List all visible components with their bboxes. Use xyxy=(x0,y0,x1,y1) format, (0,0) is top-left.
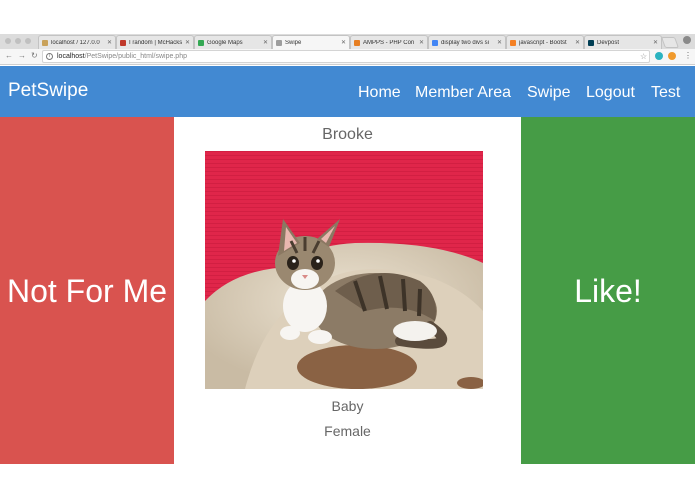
google-favicon-icon xyxy=(432,39,438,46)
extension-icon[interactable] xyxy=(655,52,663,60)
close-tab-icon[interactable]: ✕ xyxy=(107,39,112,46)
menu-kebab-icon[interactable]: ⋮ xyxy=(684,50,692,62)
extension-icon[interactable] xyxy=(668,52,676,60)
tab-title: AMPPS - PHP Con xyxy=(363,39,415,46)
close-tab-icon[interactable]: ✕ xyxy=(341,39,346,46)
close-tab-icon[interactable]: ✕ xyxy=(185,39,190,46)
maximize-window-button[interactable] xyxy=(25,38,31,44)
url-input[interactable]: i localhost/PetSwipe/public_html/swipe.p… xyxy=(42,50,650,63)
bookmark-star-icon[interactable]: ☆ xyxy=(640,51,647,63)
url-path: /PetSwipe/public_html/swipe.php xyxy=(84,53,187,60)
nav-link-home[interactable]: Home xyxy=(358,83,401,103)
site-brand[interactable]: PetSwipe xyxy=(8,80,88,102)
browser-tab-localhost[interactable]: localhost / 127.0.0 ✕ xyxy=(38,35,116,49)
google-maps-favicon-icon xyxy=(198,39,204,46)
browser-tab-devpost[interactable]: Devpost ✕ xyxy=(584,35,662,49)
browser-tab-ampps[interactable]: AMPPS - PHP Con ✕ xyxy=(350,35,428,49)
minimize-window-button[interactable] xyxy=(15,38,21,44)
tab-title: localhost / 127.0.0 xyxy=(51,39,100,46)
pet-photo xyxy=(205,151,483,389)
browser-tab-mchacks[interactable]: I random | McHacks ✕ xyxy=(116,35,194,49)
close-tab-icon[interactable]: ✕ xyxy=(575,39,580,46)
nav-link-logout[interactable]: Logout xyxy=(586,83,635,103)
browser-tab-swipe[interactable]: Swipe ✕ xyxy=(272,35,350,49)
nav-link-member-area[interactable]: Member Area xyxy=(415,83,511,103)
close-tab-icon[interactable]: ✕ xyxy=(653,39,658,46)
pet-age: Baby xyxy=(331,398,364,414)
close-window-button[interactable] xyxy=(5,38,11,44)
tab-title: Devpost xyxy=(597,39,620,46)
kitten-photo xyxy=(205,151,483,389)
tab-title: I random | McHacks xyxy=(129,39,183,46)
tab-title: Google Maps xyxy=(207,39,243,46)
pet-name: Brooke xyxy=(322,126,373,143)
pet-gender: Female xyxy=(324,423,371,439)
close-tab-icon[interactable]: ✕ xyxy=(419,39,424,46)
not-for-me-button[interactable]: Not For Me xyxy=(0,117,174,464)
devpost-favicon-icon xyxy=(588,39,594,46)
close-tab-icon[interactable]: ✕ xyxy=(497,39,502,46)
page-favicon-icon xyxy=(276,39,282,46)
browser-tab-google-maps[interactable]: Google Maps ✕ xyxy=(194,35,272,49)
ampps-favicon-icon xyxy=(354,39,360,46)
page-info-icon[interactable]: i xyxy=(46,53,53,60)
tab-title: Swipe xyxy=(285,39,302,46)
reload-icon[interactable]: ↻ xyxy=(31,50,38,62)
not-for-me-label: Not For Me xyxy=(6,272,168,309)
browser-tab-google-search[interactable]: display two divs si ✕ xyxy=(428,35,506,49)
like-label: Like! xyxy=(574,272,642,309)
nav-link-swipe[interactable]: Swipe xyxy=(527,83,571,103)
close-tab-icon[interactable]: ✕ xyxy=(263,39,268,46)
window-top xyxy=(0,0,695,34)
phpmyadmin-favicon-icon xyxy=(42,39,48,46)
mchacks-favicon-icon xyxy=(120,39,126,46)
nav-link-test[interactable]: Test xyxy=(651,83,680,103)
url-host: localhost xyxy=(57,53,85,60)
profile-icon[interactable] xyxy=(683,36,691,44)
tab-title: javascript - Bootst xyxy=(519,39,567,46)
tab-title: display two divs si xyxy=(441,39,490,46)
forward-arrow-icon[interactable]: → xyxy=(18,50,26,62)
like-button[interactable]: Like! xyxy=(521,117,695,464)
back-arrow-icon[interactable]: ← xyxy=(5,50,13,62)
stackoverflow-favicon-icon xyxy=(510,39,516,46)
browser-tab-stackoverflow[interactable]: javascript - Bootst ✕ xyxy=(506,35,584,49)
